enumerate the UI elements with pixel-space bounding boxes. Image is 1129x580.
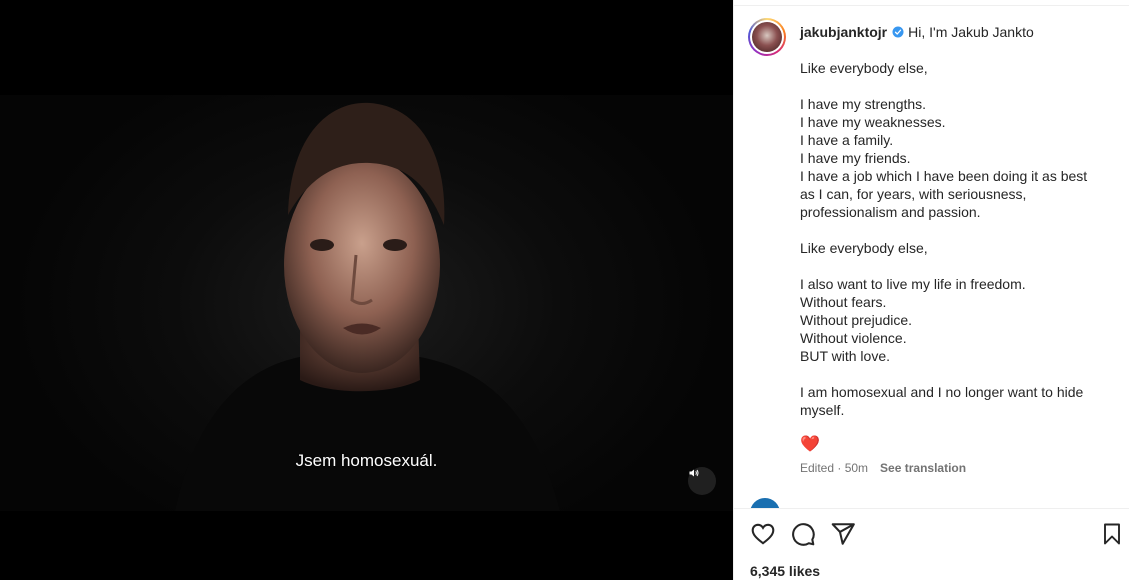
post-sidebar: jakubjanktojr Hi, I'm Jakub Jankto Like … [733,0,1129,580]
see-translation-link[interactable]: See translation [880,459,966,477]
video-frame[interactable]: Jsem homosexuál. [0,95,733,511]
next-comment-avatar[interactable] [750,498,780,508]
video-subtitle: Jsem homosexuál. [295,451,438,470]
caption-title: Hi, I'm Jakub Jankto [908,24,1034,40]
caption-line: I have my friends. [800,150,911,166]
caption-line: I also want to live my life in freedom. [800,276,1026,292]
divider [734,508,1129,509]
comment-icon[interactable] [790,521,816,552]
verified-badge-icon [892,26,904,38]
post-actions [748,521,1120,552]
post-meta: Edited · 50m See translation [800,459,1119,477]
username-link[interactable]: jakubjanktojr [800,23,887,41]
caption-line: I have my weaknesses. [800,114,946,130]
caption-line: BUT with love. [800,348,890,364]
video-still-person [175,102,560,511]
caption-line [800,365,1119,383]
heart-icon[interactable] [750,521,776,552]
caption-line: Like everybody else, [800,60,928,76]
caption-text: Like everybody else, I have my strengths.… [800,59,1119,419]
caption-line: myself. [800,402,845,418]
avatar[interactable] [748,18,786,56]
caption-line [800,257,1119,275]
caption-line: I have a job which I have been doing it … [800,168,1088,184]
caption-line: Without fears. [800,294,887,310]
bookmark-icon[interactable] [1100,521,1124,552]
caption-line: I have my strengths. [800,96,927,112]
caption-line: Without violence. [800,330,907,346]
caption-line: Without prejudice. [800,312,913,328]
likes-count[interactable]: 6,345 likes [750,563,820,579]
caption-line [800,77,1119,95]
divider [734,5,1129,6]
heart-emoji: ❤️ [800,436,820,453]
mute-button[interactable] [688,467,716,495]
caption-line: professionalism and passion. [800,204,981,220]
edited-timestamp: Edited · 50m [800,461,869,475]
caption-line: I have a family. [800,132,894,148]
caption-line: I am homosexual and I no longer want to … [800,384,1084,400]
share-icon[interactable] [830,521,856,552]
video-player[interactable]: Jsem homosexuál. [0,0,733,580]
caption-line: as I can, for years, with seriousness, [800,186,1027,202]
caption-line [800,221,1119,239]
caption-line: Like everybody else, [800,240,928,256]
